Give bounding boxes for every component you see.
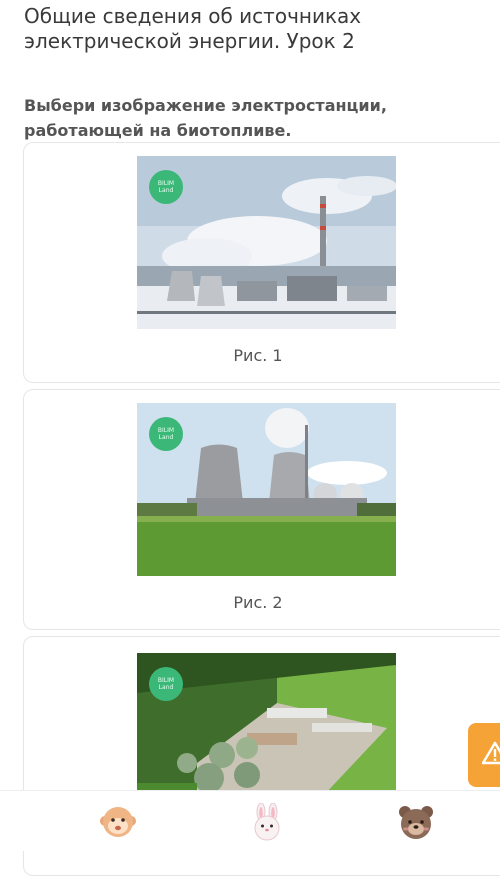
answer-option-2[interactable]: BILIM Land Рис. 2 [23,389,500,630]
question-text: Выбери изображение электростанции, работ… [24,96,387,140]
bilim-land-logo: BILIM Land [149,417,183,451]
option-2-image: BILIM Land [137,403,396,576]
lesson-title: Общие сведения об источниках электрическ… [24,4,362,53]
option-1-caption: Рис. 1 [233,346,283,365]
option-3-image: BILIM Land [137,653,396,813]
bear-avatar-icon[interactable] [397,803,435,841]
option-1-image: BILIM Land [137,156,396,329]
answer-option-1[interactable]: BILIM Land Рис. 1 [23,142,500,383]
warning-icon [482,741,500,765]
report-button[interactable] [468,723,500,787]
bilim-land-logo: BILIM Land [149,170,183,204]
option-2-caption: Рис. 2 [233,593,283,612]
bottom-bar [0,790,500,851]
bilim-land-logo: BILIM Land [149,667,183,701]
bunny-avatar-icon[interactable] [248,803,286,841]
monkey-avatar-icon[interactable] [99,803,137,841]
